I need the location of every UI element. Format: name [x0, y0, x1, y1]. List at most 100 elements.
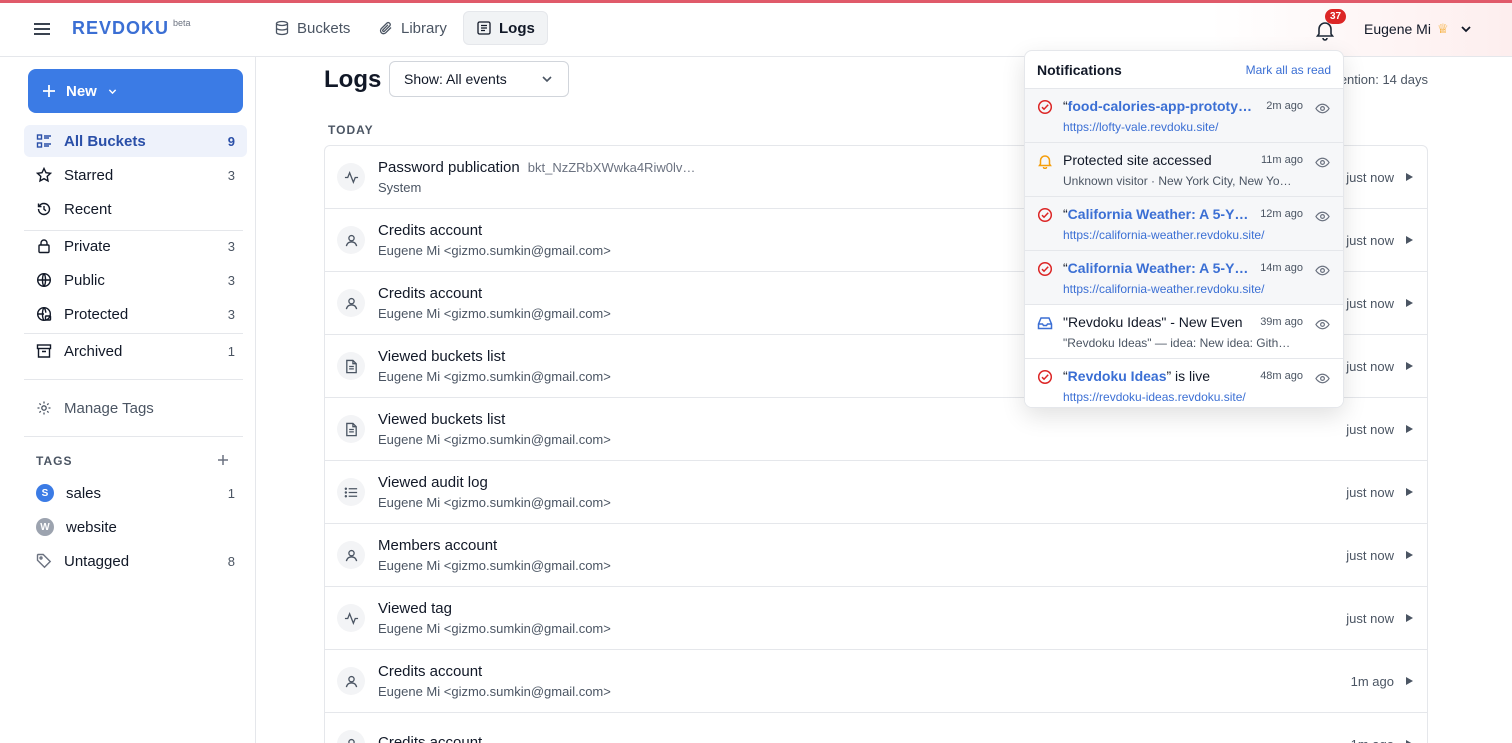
log-time: just now — [1346, 484, 1394, 500]
sidebar-tag-sales[interactable]: S sales 1 — [24, 477, 247, 509]
mark-all-read-link[interactable]: Mark all as read — [1246, 63, 1331, 77]
eye-icon[interactable] — [1315, 371, 1330, 386]
eye-icon[interactable] — [1315, 155, 1330, 170]
log-row[interactable]: Credits account 1m ago — [325, 713, 1427, 743]
user-icon — [337, 730, 365, 743]
expand-arrow-icon[interactable] — [1406, 677, 1413, 685]
sidebar-tag-untagged[interactable]: Untagged 8 — [24, 545, 247, 577]
tag-count: 1 — [227, 485, 235, 501]
log-row[interactable]: Viewed tag Eugene Mi <gizmo.sumkin@gmail.… — [325, 587, 1427, 650]
expand-arrow-icon[interactable] — [1406, 362, 1413, 370]
sidebar-item-all-buckets[interactable]: All Buckets 9 — [24, 125, 247, 157]
user-icon — [337, 226, 365, 254]
divider — [24, 436, 243, 437]
expand-arrow-icon[interactable] — [1406, 425, 1413, 433]
sidebar-tag-website[interactable]: W website — [24, 511, 247, 543]
document-icon — [337, 415, 365, 443]
expand-arrow-icon[interactable] — [1406, 614, 1413, 622]
brand-logo[interactable]: REVDOKU beta — [72, 18, 191, 39]
menu-icon[interactable] — [32, 19, 52, 39]
eye-icon[interactable] — [1315, 209, 1330, 224]
divider — [24, 333, 243, 334]
sidebar-item-protected[interactable]: Protected 3 — [24, 298, 247, 330]
eye-icon[interactable] — [1315, 101, 1330, 116]
expand-arrow-icon[interactable] — [1406, 173, 1413, 181]
notification-item[interactable]: “California Weather: A 5-Y… 12m ago https:… — [1025, 197, 1343, 251]
tag-icon — [36, 553, 52, 569]
log-time: 1m ago — [1351, 737, 1394, 743]
log-time: just now — [1346, 547, 1394, 563]
expand-arrow-icon[interactable] — [1406, 488, 1413, 496]
notification-count-badge: 37 — [1325, 9, 1347, 24]
tab-label: Library — [401, 19, 447, 37]
log-row[interactable]: Viewed audit log Eugene Mi <gizmo.sumkin@… — [325, 461, 1427, 524]
expand-arrow-icon[interactable] — [1406, 299, 1413, 307]
check-circle-icon — [1037, 99, 1053, 115]
notification-item[interactable]: “food-calories-app-prototy… 2m ago https:/… — [1025, 89, 1343, 143]
tab-buckets[interactable]: Buckets — [262, 11, 362, 45]
lock-icon — [36, 238, 52, 254]
check-circle-icon — [1037, 207, 1053, 223]
add-tag-icon[interactable] — [216, 453, 230, 467]
sidebar-item-archived[interactable]: Archived 1 — [24, 335, 247, 367]
notification-item[interactable]: "Revdoku Ideas" - New Even 39m ago "Revdok… — [1025, 305, 1343, 359]
retention-text: ention: 14 days — [1339, 72, 1428, 87]
notification-detail[interactable]: https://california-weather.revdoku.site/ — [1063, 282, 1299, 296]
eye-icon[interactable] — [1315, 263, 1330, 278]
log-text: Members account Eugene Mi <gizmo.sumkin@g… — [378, 537, 1346, 573]
sidebar-item-public[interactable]: Public 3 — [24, 264, 247, 296]
chevron-down-icon — [1459, 22, 1473, 36]
bell-icon — [1037, 153, 1053, 169]
log-row[interactable]: Members account Eugene Mi <gizmo.sumkin@g… — [325, 524, 1427, 587]
notification-item[interactable]: Protected site accessed 11m ago Unknown vi… — [1025, 143, 1343, 197]
notification-link[interactable]: Revdoku Ideas — [1068, 368, 1167, 384]
tab-library[interactable]: Library — [366, 11, 459, 45]
chevron-down-icon — [107, 86, 118, 97]
notification-detail[interactable]: https://revdoku-ideas.revdoku.site/ — [1063, 390, 1299, 404]
log-title: Viewed buckets list — [378, 411, 506, 428]
logs-icon — [476, 20, 492, 36]
list-icon — [337, 478, 365, 506]
notification-item[interactable]: “California Weather: A 5-Y… 14m ago https:… — [1025, 251, 1343, 305]
sidebar-item-label: Public — [64, 271, 105, 289]
sidebar-item-recent[interactable]: Recent — [24, 193, 247, 225]
expand-arrow-icon[interactable] — [1406, 236, 1413, 244]
new-button-label: New — [66, 82, 97, 100]
notification-title: “food-calories-app-prototy… — [1063, 98, 1253, 114]
new-button[interactable]: New — [28, 69, 243, 113]
notification-detail[interactable]: https://california-weather.revdoku.site/ — [1063, 228, 1299, 242]
globe-lock-icon — [36, 306, 52, 322]
log-time: just now — [1346, 421, 1394, 437]
notification-link[interactable]: California Weather: A 5-Y… — [1068, 206, 1249, 222]
log-time: just now — [1346, 358, 1394, 374]
sidebar-item-count: 3 — [227, 306, 235, 322]
notification-detail[interactable]: https://lofty-vale.revdoku.site/ — [1063, 120, 1299, 134]
brand-tag: beta — [173, 18, 191, 28]
event-filter-select[interactable]: Show: All events — [389, 61, 569, 97]
log-text: Viewed tag Eugene Mi <gizmo.sumkin@gmail.… — [378, 600, 1346, 636]
user-name: Eugene Mi — [1364, 21, 1431, 37]
sidebar-item-label: Starred — [64, 166, 114, 184]
expand-arrow-icon[interactable] — [1406, 551, 1413, 559]
notification-time: 2m ago — [1266, 100, 1303, 112]
notification-item[interactable]: “Revdoku Ideas” is live 48m ago https://re… — [1025, 359, 1343, 407]
manage-tags-link[interactable]: Manage Tags — [24, 392, 247, 424]
sidebar-item-private[interactable]: Private 3 — [24, 230, 247, 262]
notification-link[interactable]: California Weather: A 5-Y… — [1068, 260, 1249, 276]
brand-name: REVDOKU — [72, 18, 170, 38]
notification-link[interactable]: food-calories-app-prototy… — [1068, 98, 1252, 114]
sidebar-item-starred[interactable]: Starred 3 — [24, 159, 247, 191]
tab-logs[interactable]: Logs — [463, 11, 548, 45]
activity-icon — [337, 604, 365, 632]
user-menu[interactable]: Eugene Mi ♕ — [1364, 21, 1473, 37]
log-text: Viewed audit log Eugene Mi <gizmo.sumkin@… — [378, 474, 1346, 510]
history-icon — [36, 201, 52, 217]
notifications-popover: Notifications Mark all as read “food-cal… — [1024, 50, 1344, 408]
log-actor: Eugene Mi <gizmo.sumkin@gmail.com> — [378, 432, 611, 447]
activity-icon — [337, 163, 365, 191]
eye-icon[interactable] — [1315, 317, 1330, 332]
log-row[interactable]: Credits account Eugene Mi <gizmo.sumkin@g… — [325, 650, 1427, 713]
tag-avatar: S — [36, 484, 54, 502]
divider — [24, 379, 243, 380]
notification-detail: "Revdoku Ideas" — idea: New idea: Gith… — [1063, 336, 1291, 350]
